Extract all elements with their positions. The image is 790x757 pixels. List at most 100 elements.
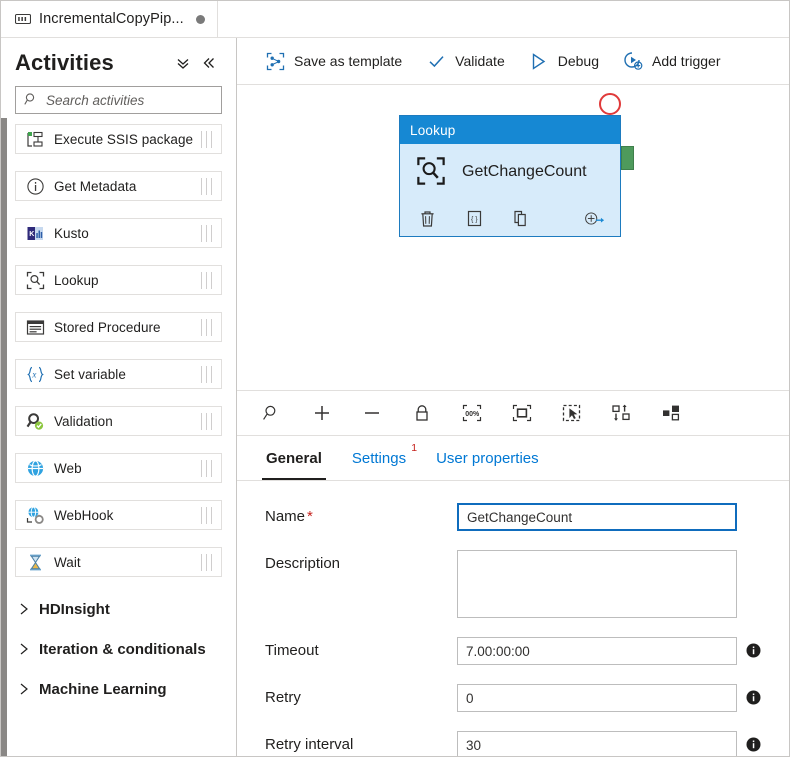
debug-button[interactable]: Debug xyxy=(517,45,611,77)
save-as-template-button[interactable]: Save as template xyxy=(253,45,414,77)
drag-handle-icon[interactable] xyxy=(195,365,217,383)
activity-group-label: Iteration & conditionals xyxy=(39,640,206,658)
field-label-text: Name xyxy=(265,508,306,525)
activity-group-iteration-conditionals[interactable]: Iteration & conditionals xyxy=(15,634,222,664)
search-input[interactable] xyxy=(44,91,227,109)
lock-icon[interactable] xyxy=(409,400,435,426)
activity-group-label: Machine Learning xyxy=(39,680,167,698)
description-textarea[interactable] xyxy=(457,550,737,618)
webhook-icon xyxy=(25,505,45,525)
activity-item-webhook[interactable]: WebHook xyxy=(15,500,222,530)
command-label: Validate xyxy=(455,53,505,69)
zoom-100-icon[interactable]: 00% xyxy=(459,400,485,426)
activity-group-hdinsight[interactable]: HDInsight xyxy=(15,594,222,624)
stored-procedure-icon xyxy=(25,317,45,337)
command-label: Save as template xyxy=(294,53,403,69)
validate-button[interactable]: Validate xyxy=(414,45,517,77)
activity-group-machine-learning[interactable]: Machine Learning xyxy=(15,674,222,704)
field-label-text: Retry interval xyxy=(265,736,354,753)
drag-handle-icon[interactable] xyxy=(195,318,217,336)
azure-data-factory-pipeline-editor: IncrementalCopyPip... Activities Search … xyxy=(0,0,790,757)
tab-user-properties[interactable]: User properties xyxy=(421,436,554,480)
activity-label: Web xyxy=(54,460,82,476)
drag-handle-icon[interactable] xyxy=(195,271,217,289)
activity-item-set-variable[interactable]: x Set variable xyxy=(15,359,222,389)
svg-text:00%: 00% xyxy=(465,411,480,418)
svg-text:{ }: { } xyxy=(471,216,478,223)
hourglass-icon xyxy=(25,552,45,572)
zoom-out-icon[interactable] xyxy=(359,400,385,426)
activity-item-execute-ssis-package[interactable]: Execute SSIS package xyxy=(15,124,222,154)
add-trigger-icon xyxy=(623,51,643,71)
info-icon[interactable] xyxy=(746,643,761,658)
copy-icon[interactable] xyxy=(510,207,532,229)
zoom-in-icon[interactable] xyxy=(309,400,335,426)
drag-handle-icon[interactable] xyxy=(195,224,217,242)
info-icon[interactable] xyxy=(746,690,761,705)
activity-label: WebHook xyxy=(54,507,114,523)
activities-sidebar: Activities Search activities Execute SSI… xyxy=(1,38,237,756)
timeout-input[interactable] xyxy=(457,637,737,665)
drag-handle-icon[interactable] xyxy=(195,553,217,571)
field-label-timeout: Timeout xyxy=(265,637,457,659)
activities-header: Activities xyxy=(1,38,236,84)
pipeline-tabstrip: IncrementalCopyPip... xyxy=(1,1,789,38)
auto-align-icon[interactable] xyxy=(609,400,635,426)
add-trigger-button[interactable]: Add trigger xyxy=(611,45,732,77)
activity-item-stored-procedure[interactable]: Stored Procedure xyxy=(15,312,222,342)
select-all-icon[interactable] xyxy=(559,400,585,426)
field-label-retry-interval: Retry interval xyxy=(265,731,457,753)
web-icon xyxy=(25,458,45,478)
set-variable-icon: x xyxy=(25,364,45,384)
drag-handle-icon[interactable] xyxy=(195,177,217,195)
collapse-all-icon[interactable] xyxy=(170,51,196,75)
sidebar-scrollbar[interactable] xyxy=(1,118,7,756)
pipeline-canvas[interactable]: Lookup GetChangeCount {} xyxy=(237,85,789,391)
form-row-timeout: Timeout xyxy=(265,637,761,665)
chevron-right-icon xyxy=(19,643,29,655)
drag-handle-icon[interactable] xyxy=(195,130,217,148)
canvas-toolbar: 00% xyxy=(237,391,789,436)
layout-icon[interactable] xyxy=(659,400,685,426)
pipeline-editor-pane: Save as template Validate Debug Add trig… xyxy=(237,38,789,756)
drag-handle-icon[interactable] xyxy=(195,459,217,477)
zoom-search-icon[interactable] xyxy=(259,400,285,426)
zoom-to-fit-icon[interactable] xyxy=(509,400,535,426)
search-box[interactable] xyxy=(15,86,227,114)
activity-success-output-port[interactable] xyxy=(621,146,634,170)
tab-settings[interactable]: Settings 1 xyxy=(337,436,421,480)
trash-icon[interactable] xyxy=(416,207,438,229)
add-output-arrow-icon[interactable] xyxy=(584,207,606,229)
chevron-right-icon xyxy=(19,683,29,695)
activity-item-lookup[interactable]: Lookup xyxy=(15,265,222,295)
activity-item-kusto[interactable]: K Kusto xyxy=(15,218,222,248)
drag-handle-icon[interactable] xyxy=(195,506,217,524)
search-icon xyxy=(24,92,38,109)
command-label: Add trigger xyxy=(652,53,721,69)
svg-text:x: x xyxy=(31,369,36,379)
activity-label: Set variable xyxy=(54,366,126,382)
field-label-text: Retry xyxy=(265,689,301,706)
drag-handle-icon[interactable] xyxy=(195,412,217,430)
activity-item-validation[interactable]: Validation xyxy=(15,406,222,436)
activity-item-get-metadata[interactable]: Get Metadata xyxy=(15,171,222,201)
activity-error-indicator xyxy=(599,93,621,115)
tab-general[interactable]: General xyxy=(251,436,337,480)
pipeline-tab[interactable]: IncrementalCopyPip... xyxy=(1,1,218,37)
activity-node-type-label: Lookup xyxy=(400,116,620,144)
retry-input[interactable] xyxy=(457,684,737,712)
lookup-icon xyxy=(416,156,446,189)
retry-interval-input[interactable] xyxy=(457,731,737,756)
info-icon[interactable] xyxy=(746,737,761,752)
required-marker: * xyxy=(307,508,313,525)
code-braces-icon[interactable]: { } xyxy=(463,207,485,229)
activity-item-wait[interactable]: Wait xyxy=(15,547,222,577)
collapse-panel-icon[interactable] xyxy=(196,51,222,75)
template-icon xyxy=(265,51,285,71)
name-input[interactable] xyxy=(457,503,737,531)
activity-item-web[interactable]: Web xyxy=(15,453,222,483)
activity-node-body: GetChangeCount xyxy=(400,144,620,200)
activity-node-getchangecount[interactable]: Lookup GetChangeCount {} xyxy=(399,115,621,237)
pipeline-command-bar: Save as template Validate Debug Add trig… xyxy=(237,38,789,85)
field-label-text: Description xyxy=(265,555,341,572)
